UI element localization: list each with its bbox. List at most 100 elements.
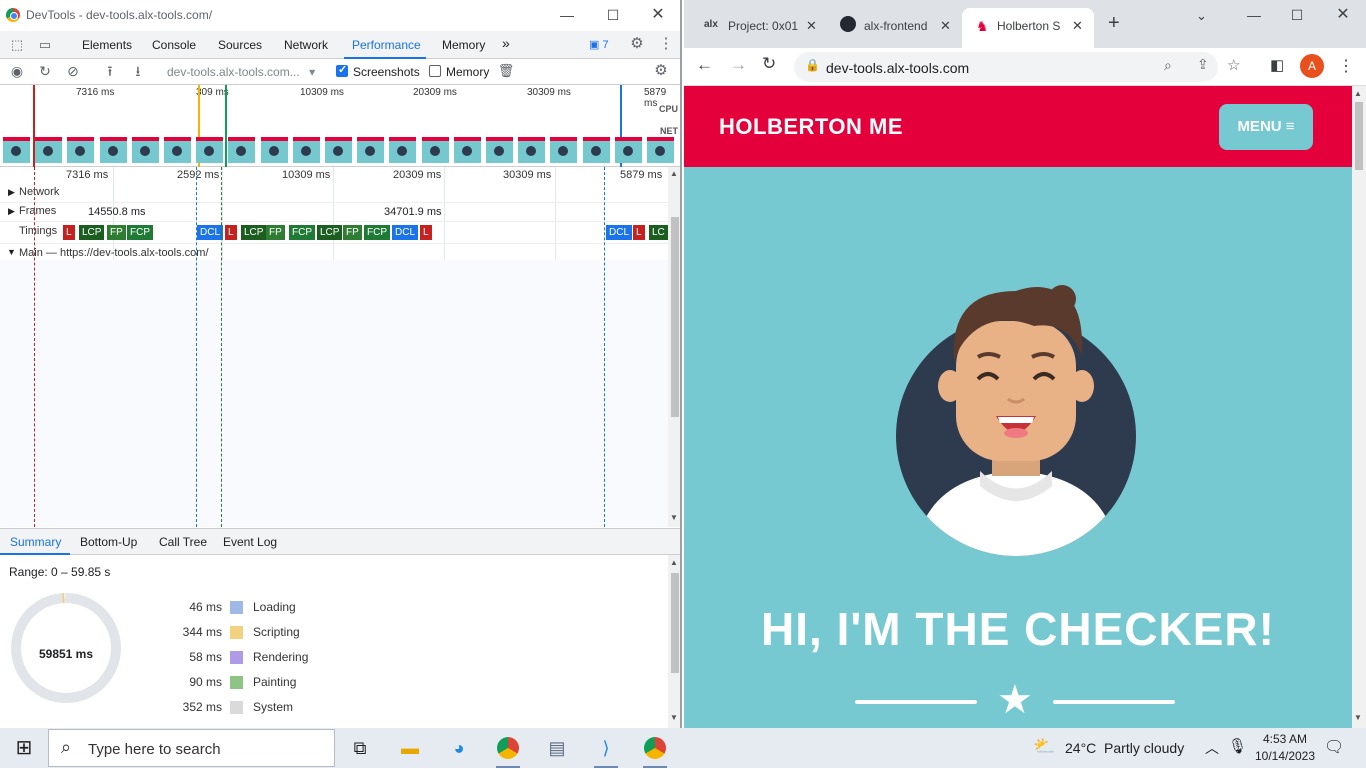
issues-badge[interactable]: ▣ 7 [589,38,609,51]
menu-button[interactable]: MENU ≡ [1219,104,1313,150]
timing-marker-lc[interactable]: LC [649,225,668,240]
app-window-icon[interactable]: ▤ [537,732,577,764]
timing-marker-l[interactable]: L [225,225,237,240]
screenshot-thumbnail[interactable] [582,137,610,163]
scroll-down-icon[interactable]: ▼ [1354,713,1362,722]
microphone-icon[interactable]: 🎙 [1228,737,1247,755]
screenshot-thumbnail[interactable] [99,137,127,163]
recording-select[interactable]: dev-tools.alx-tools.com... ▾ [167,65,315,79]
main-thread-area[interactable] [0,260,668,527]
save-profile-icon[interactable]: ⭳ [129,62,147,80]
timing-marker-fp[interactable]: FP [343,225,362,240]
timing-marker-l[interactable]: L [63,225,75,240]
timing-marker-fcp[interactable]: FCP [364,225,390,240]
taskbar-search-box[interactable]: ⌕ Type here to search [48,729,335,767]
flame-chart[interactable]: 7316 ms 2592 ms 10309 ms 20309 ms 30309 … [0,167,668,527]
maximize-button[interactable]: ☐ [600,4,626,26]
scroll-up-icon[interactable]: ▲ [670,558,678,567]
screenshot-thumbnail[interactable] [164,137,191,163]
reload-profile-icon[interactable]: ↻ [36,62,54,80]
expand-triangle-icon[interactable]: ▶ [8,187,15,198]
back-arrow-icon[interactable]: ← [696,55,713,75]
vscode-icon[interactable]: ⟩ [586,732,626,768]
clock[interactable]: 4:53 AM 10/14/2023 [1250,732,1320,763]
screenshot-thumbnail[interactable] [196,137,224,163]
chrome-taskbar-icon[interactable] [488,732,528,768]
settings-gear-icon[interactable]: ⚙ [628,35,646,53]
tab-sources[interactable]: Sources [218,38,262,52]
timing-marker-l[interactable]: L [420,225,432,240]
timing-marker-dcl[interactable]: DCL [197,225,224,240]
tab-elements[interactable]: Elements [82,38,132,52]
profile-avatar[interactable]: A [1300,54,1324,78]
timing-marker-fp[interactable]: FP [266,225,285,240]
page-scrollbar[interactable]: ▲ ▼ [1352,86,1366,728]
file-explorer-icon[interactable]: ▬ [390,732,430,764]
screenshot-thumbnail[interactable] [421,137,449,163]
expand-triangle-icon[interactable]: ▶ [8,206,15,217]
timing-marker-lcp[interactable]: LCP [79,225,105,240]
screenshot-thumbnail[interactable] [260,137,288,163]
scroll-down-icon[interactable]: ▼ [670,713,678,722]
screenshot-thumbnail[interactable] [486,137,513,163]
timing-marker-lcp[interactable]: LCP [241,225,267,240]
screenshot-thumbnail[interactable] [228,137,256,163]
screenshot-thumbnail[interactable] [357,137,385,163]
weather-text[interactable]: 24°C Partly cloudy [1065,740,1184,756]
timing-marker-l[interactable]: L [633,225,645,240]
tab-event-log[interactable]: Event Log [223,535,277,549]
browser-tab[interactable]: alx-frontend ✕ [834,10,962,42]
screenshot-thumbnail[interactable] [647,137,674,163]
tab-performance[interactable]: Performance [352,38,421,52]
timing-marker-dcl[interactable]: DCL [606,225,633,240]
capture-settings-gear-icon[interactable]: ⚙ [652,62,670,80]
tab-network[interactable]: Network [284,38,328,52]
device-toolbar-icon[interactable]: ▭ [36,36,54,54]
more-options-icon[interactable]: ⋮ [657,35,675,53]
network-track[interactable]: ▶ Network [0,183,668,203]
scroll-down-icon[interactable]: ▼ [670,513,678,522]
minimize-button[interactable]: — [1241,4,1267,26]
screenshot-thumbnail[interactable] [131,137,159,163]
maximize-button[interactable]: ☐ [1284,4,1310,26]
weather-icon[interactable]: ⛅ [1033,736,1055,757]
tab-call-tree[interactable]: Call Tree [159,535,207,549]
timings-track[interactable]: Timings L LCP FP FCP DCL L LCP FP FCP LCP FP FCP DCL… [0,222,668,244]
scrollbar-thumb[interactable] [671,573,679,673]
tab-summary[interactable]: Summary [10,535,61,549]
timing-marker-fcp[interactable]: FCP [127,225,153,240]
browser-tab[interactable]: alx Project: 0x01 ✕ [698,10,826,42]
reload-icon[interactable]: ↻ [762,54,776,74]
timeline-overview[interactable]: 7316 ms 309 ms 10309 ms 20309 ms 30309 m… [0,85,680,167]
screenshot-thumbnail[interactable] [325,137,352,163]
new-tab-icon[interactable]: + [1108,12,1120,35]
collapse-triangle-icon[interactable]: ▼ [7,247,16,257]
tab-memory[interactable]: Memory [442,38,485,52]
screenshot-thumbnail[interactable] [614,137,642,163]
summary-scrollbar[interactable]: ▲ ▼ [668,555,680,728]
screenshot-thumbnail[interactable] [550,137,578,163]
show-hidden-icons-chevron-icon[interactable]: ︿ [1205,738,1219,758]
edge-icon[interactable]: ◕ [439,732,479,764]
close-tab-icon[interactable]: ✕ [1072,18,1083,34]
task-view-icon[interactable]: ⧉ [340,732,380,764]
site-logo[interactable]: HOLBERTON ME [719,114,903,140]
tab-console[interactable]: Console [152,38,196,52]
scroll-up-icon[interactable]: ▲ [670,169,678,178]
close-tab-icon[interactable]: ✕ [806,18,817,34]
bookmark-star-icon[interactable]: ☆ [1227,56,1240,74]
share-icon[interactable]: ⇪ [1197,56,1209,73]
browser-menu-icon[interactable]: ⋮ [1338,56,1354,76]
screenshot-thumbnail[interactable] [518,137,546,163]
frames-track[interactable]: ▶ Frames 14550.8 ms 34701.9 ms [0,202,668,222]
timing-marker-dcl[interactable]: DCL [392,225,419,240]
memory-checkbox[interactable] [429,65,441,77]
timing-marker-fcp[interactable]: FCP [289,225,315,240]
forward-arrow-icon[interactable]: → [730,55,747,75]
tab-search-chevron-icon[interactable]: ⌄ [1196,8,1207,24]
timeline-scrollbar[interactable]: ▲ ▼ [668,167,680,527]
timing-marker-fp[interactable]: FP [107,225,126,240]
screenshot-thumbnail[interactable] [389,137,417,163]
minimize-button[interactable]: — [554,4,580,26]
browser-tab-active[interactable]: ♞ Holberton S ✕ [962,8,1094,48]
